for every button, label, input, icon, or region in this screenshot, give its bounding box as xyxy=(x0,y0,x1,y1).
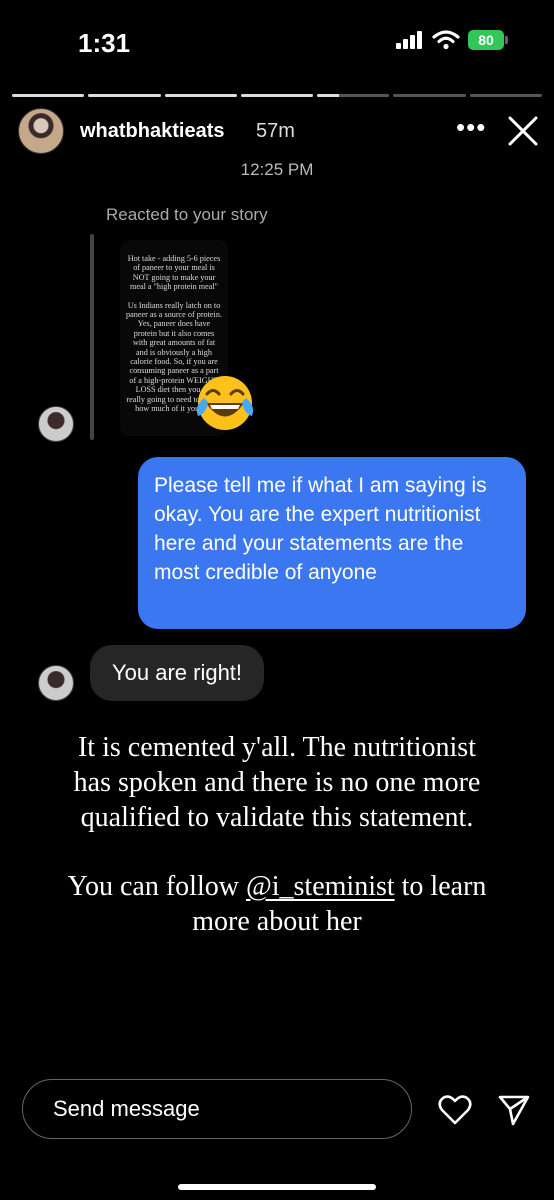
story-progress-fill xyxy=(88,94,161,97)
wifi-icon xyxy=(432,30,460,50)
message-composer[interactable] xyxy=(22,1079,412,1139)
clock: 1:31 xyxy=(78,28,131,58)
story-progress-segment xyxy=(12,94,85,97)
profile-avatar[interactable] xyxy=(18,108,64,154)
story-progress-segment xyxy=(240,94,314,97)
story-progress-segment xyxy=(469,94,542,97)
reacted-label: Reacted to your story xyxy=(106,205,268,224)
story-progress-fill xyxy=(240,94,314,97)
cellular-signal-icon xyxy=(396,31,422,49)
more-options-icon[interactable]: ••• xyxy=(456,112,486,143)
received-message-bubble[interactable]: You are right! xyxy=(90,645,264,701)
story-age: 57m xyxy=(256,120,295,142)
story-progress-bar xyxy=(12,94,542,97)
caption-follow-text: You can follow xyxy=(67,871,246,902)
story-username[interactable]: whatbhaktieats xyxy=(80,120,224,143)
battery-cap xyxy=(505,36,508,44)
caption-para2: You can follow @i_steminist to learn mor… xyxy=(60,869,494,939)
story-progress-fill xyxy=(317,94,339,97)
status-bar: 1:31 80 xyxy=(0,0,554,80)
sender-avatar[interactable] xyxy=(38,406,74,442)
close-icon[interactable] xyxy=(506,114,540,148)
sent-message-bubble[interactable]: Please tell me if what I am saying is ok… xyxy=(138,457,526,629)
story-header: whatbhaktieats 57m ••• xyxy=(18,108,548,156)
story-progress-segment xyxy=(317,94,390,97)
laughing-tears-emoji-icon xyxy=(196,376,254,430)
story-progress-fill xyxy=(164,94,237,97)
story-progress-fill xyxy=(12,94,85,97)
battery-icon: 80 xyxy=(468,30,504,50)
send-message-input[interactable] xyxy=(53,1080,393,1137)
sender-avatar[interactable] xyxy=(38,665,74,701)
story-caption: It is cemented y'all. The nutritionist h… xyxy=(60,730,494,973)
story-preview-para1: Hot take - adding 5-6 pieces of paneer t… xyxy=(127,254,221,292)
story-progress-segment xyxy=(88,94,161,97)
reply-indicator-bar xyxy=(90,234,94,440)
heart-icon[interactable] xyxy=(438,1094,472,1126)
story-progress-segment xyxy=(164,94,237,97)
caption-para1: It is cemented y'all. The nutritionist h… xyxy=(73,732,481,833)
home-indicator xyxy=(178,1184,376,1190)
send-icon[interactable] xyxy=(498,1094,530,1126)
story-progress-segment xyxy=(393,94,466,97)
message-timestamp: 12:25 PM xyxy=(240,160,314,179)
mention-link[interactable]: @i_steminist xyxy=(246,871,395,902)
battery-level: 80 xyxy=(478,32,494,48)
